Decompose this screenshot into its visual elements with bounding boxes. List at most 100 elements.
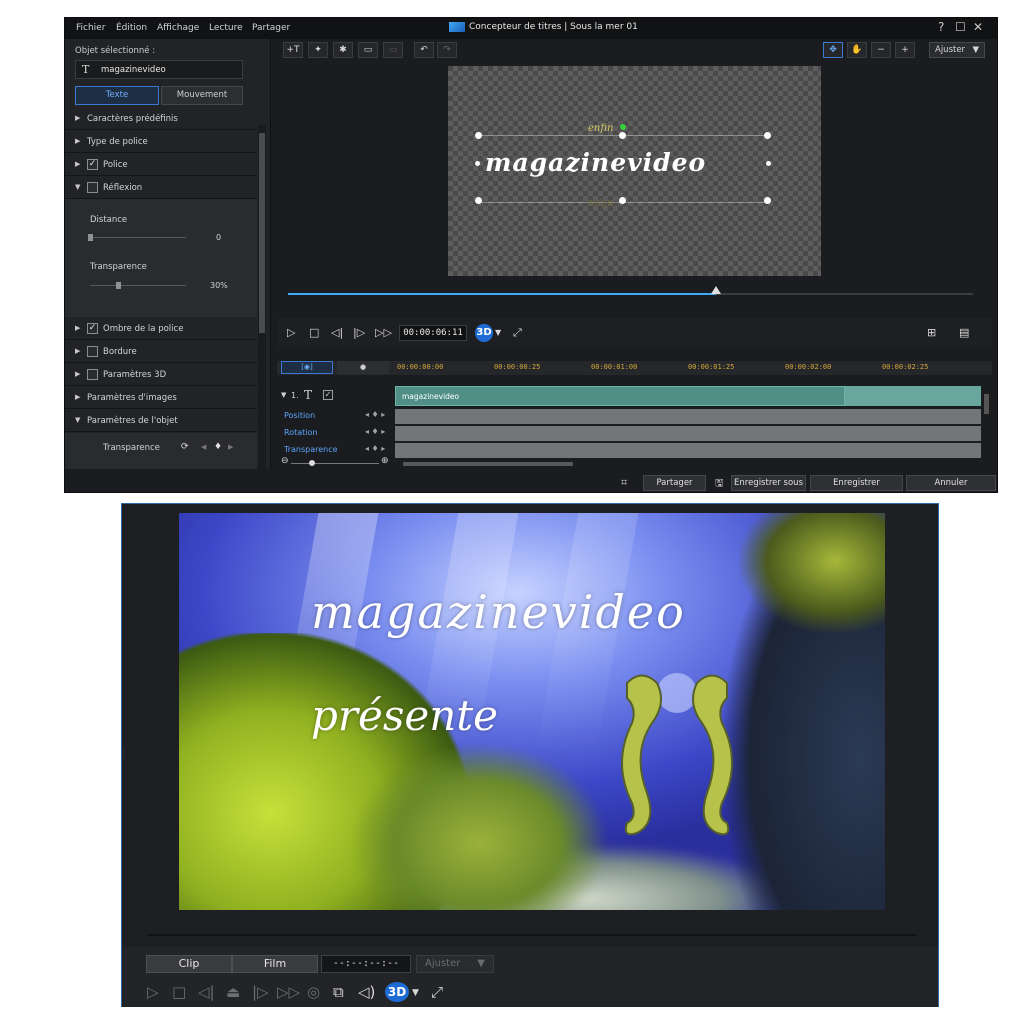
timeline-vscrollbar[interactable] (983, 384, 990, 462)
zoom-out-icon[interactable]: ⊖ (281, 456, 289, 466)
zoom-in-icon[interactable]: + (895, 42, 915, 58)
tab-motion[interactable]: Mouvement (161, 86, 243, 105)
next-frame-icon[interactable]: |▷ (252, 983, 269, 1001)
previous-frame-icon[interactable]: ◁| (198, 983, 215, 1001)
split-icon[interactable]: ⏏ (226, 983, 240, 1001)
keyframe-lane[interactable] (395, 409, 981, 424)
hand-tool-icon[interactable]: ✋ (847, 42, 867, 58)
keyframe-nav-icon[interactable]: ◂ ♦ ▸ (365, 410, 385, 419)
reflection-transparency-slider[interactable] (90, 285, 186, 286)
menu-file[interactable]: Fichier (76, 23, 105, 33)
clip-mode-button[interactable]: Clip (146, 955, 232, 973)
section-3d-settings[interactable]: ▶ Paramètres 3D (65, 364, 257, 386)
section-presets[interactable]: ▶ Caractères prédéfinis (65, 108, 257, 130)
reflection-transparency-knob[interactable] (116, 282, 121, 289)
volume-icon[interactable]: ◁) (358, 983, 375, 1001)
drag-handle-icon[interactable]: ⋮ (120, 750, 128, 759)
fit-timeline-button[interactable]: [◉] (281, 361, 333, 374)
fast-forward-icon[interactable]: ▷▷ (277, 983, 300, 1001)
resize-handle[interactable] (764, 197, 771, 204)
resize-handle[interactable] (764, 132, 771, 139)
maximize-icon[interactable]: ☐ (955, 20, 966, 34)
canvas-text-main[interactable]: magazinevideo (485, 148, 706, 177)
scrollbar-thumb[interactable] (259, 133, 265, 333)
zoom-in-icon[interactable]: ⊕ (381, 456, 389, 466)
3d-icon[interactable]: 3D (475, 324, 493, 342)
title-canvas[interactable]: enfin magazinevideo enfin (448, 66, 821, 276)
stop-icon[interactable]: □ (309, 326, 319, 339)
preview-seekbar[interactable] (288, 286, 973, 295)
keyframe-lane[interactable] (395, 443, 981, 458)
resize-handle[interactable] (475, 161, 480, 166)
player-fit-dropdown[interactable]: Ajuster ▼ (416, 955, 494, 973)
fast-forward-icon[interactable]: ▷▷ (375, 326, 392, 339)
zoom-out-icon[interactable]: − (871, 42, 891, 58)
add-keyframe-icon[interactable]: ♦ (214, 442, 222, 452)
undo-icon[interactable]: ↶ (414, 42, 434, 58)
cancel-button[interactable]: Annuler (906, 475, 996, 491)
3d-icon[interactable]: 3D (385, 982, 409, 1002)
fullscreen-icon[interactable]: ⤢ (513, 326, 522, 340)
canvas-text-enfin[interactable]: enfin (588, 123, 613, 134)
keyframe-nav-icon[interactable]: ◂ ♦ ▸ (365, 427, 385, 436)
timecode-display[interactable]: 00:00:06:11 (399, 325, 467, 341)
menu-share[interactable]: Partager (252, 23, 290, 33)
title-clip[interactable]: magazinevideo (395, 386, 845, 406)
zoom-timeline-button[interactable]: ● (337, 361, 389, 374)
zoom-fit-dropdown[interactable]: Ajuster ▼ (929, 42, 985, 58)
reset-icon[interactable]: ⟳ (181, 442, 189, 452)
resize-handle[interactable] (475, 132, 482, 139)
tab-text[interactable]: Texte (75, 86, 159, 105)
snapshot-icon[interactable]: ◎ (307, 983, 320, 1001)
rotate-handle[interactable] (620, 124, 626, 130)
play-icon[interactable]: ▷ (287, 326, 295, 339)
shadow-checkbox[interactable]: ✓ (87, 323, 98, 334)
insert-particle-button[interactable]: ✦ (308, 42, 328, 58)
section-image-settings[interactable]: ▶ Paramètres d'images (65, 387, 257, 409)
font-checkbox[interactable]: ✓ (87, 159, 98, 170)
section-object-settings[interactable]: ▼ Paramètres de l'objet (65, 410, 257, 432)
menu-view[interactable]: Affichage (157, 23, 199, 33)
resize-handle[interactable] (475, 197, 482, 204)
section-font-type[interactable]: ▶ Type de police (65, 131, 257, 153)
grid-icon[interactable]: ▤ (959, 326, 969, 339)
resize-handle[interactable] (619, 132, 626, 139)
insert-title-button[interactable]: +T (283, 42, 303, 58)
zoom-knob[interactable] (309, 460, 315, 466)
film-mode-button[interactable]: Film (232, 955, 318, 973)
track-visible-checkbox[interactable]: ✓ (323, 390, 333, 400)
next-keyframe-icon[interactable]: ▶ (228, 443, 233, 451)
insert-effect-button[interactable]: ✱ (333, 42, 353, 58)
menu-edit[interactable]: Édition (116, 23, 147, 33)
insert-background-button[interactable]: ▭ (383, 42, 403, 58)
timeline-zoom-slider[interactable]: ⊖ ⊕ (281, 456, 389, 467)
previous-frame-icon[interactable]: ◁| (331, 326, 343, 339)
section-font[interactable]: ▶ ✓ Police (65, 154, 257, 176)
share-icon[interactable]: ⌗ (621, 476, 627, 490)
save-icon[interactable]: 🖫 (715, 476, 724, 492)
collapse-arrow-icon[interactable]: ▼ (281, 391, 286, 399)
keyframe-nav-icon[interactable]: ◂ ♦ ▸ (365, 444, 385, 453)
stop-icon[interactable]: □ (172, 983, 186, 1001)
section-border[interactable]: ▶ Bordure (65, 341, 257, 363)
close-icon[interactable]: ✕ (973, 20, 983, 34)
insert-image-button[interactable]: ▭ (358, 42, 378, 58)
timeline-hscrollbar[interactable] (403, 462, 573, 466)
share-button[interactable]: Partager (643, 475, 706, 491)
help-icon[interactable]: ? (938, 20, 944, 34)
section-reflection[interactable]: ▼ Réflexion (65, 177, 257, 199)
resize-handle[interactable] (619, 197, 626, 204)
border-checkbox[interactable] (87, 346, 98, 357)
selected-object-field[interactable]: T magazinevideo (75, 60, 243, 79)
prev-keyframe-icon[interactable]: ◀ (201, 443, 206, 451)
save-as-button[interactable]: Enregistrer sous (731, 475, 806, 491)
scrollbar-thumb[interactable] (984, 394, 989, 414)
external-display-icon[interactable]: ⧉ (333, 983, 344, 1001)
next-frame-icon[interactable]: |▷ (353, 326, 365, 339)
distance-slider-knob[interactable] (88, 234, 93, 241)
select-tool-icon[interactable]: ✥ (823, 42, 843, 58)
safe-zone-icon[interactable]: ⊞ (927, 326, 936, 339)
chevron-down-icon[interactable]: ▼ (412, 988, 419, 998)
video-frame[interactable]: magazinevideo présente (179, 513, 885, 910)
chevron-down-icon[interactable]: ▼ (495, 328, 501, 337)
